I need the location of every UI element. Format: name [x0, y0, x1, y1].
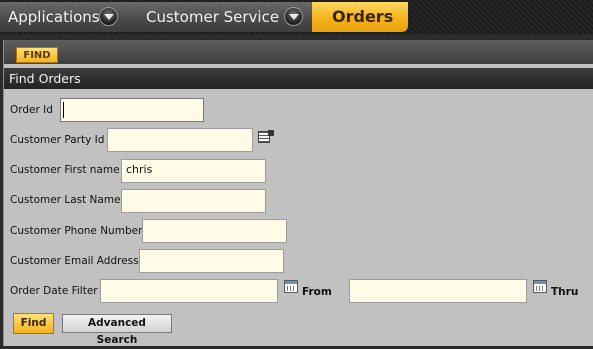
- customer-first-name-value: chris: [126, 163, 153, 176]
- find-orders-panel: FIND Find Orders Order Id Customer Party…: [3, 40, 593, 346]
- customer-phone-number-input[interactable]: [142, 219, 287, 243]
- lookup-marker-glyph: [268, 130, 274, 136]
- breadcrumb-label: Customer Service: [146, 8, 280, 26]
- customer-party-id-input[interactable]: [107, 128, 253, 152]
- chevron-down-icon[interactable]: [99, 7, 118, 26]
- advanced-search-button[interactable]: Advanced Search: [62, 314, 172, 346]
- customer-last-name-label: Customer Last Name: [10, 194, 121, 206]
- date-from-label: From: [302, 286, 332, 298]
- order-date-filter-label: Order Date Filter: [10, 285, 98, 297]
- breadcrumb: Applications Customer Service Orders: [0, 0, 593, 34]
- breadcrumb-label: Applications: [8, 8, 100, 26]
- order-date-thru-input[interactable]: [349, 279, 527, 303]
- lookup-icon[interactable]: [258, 130, 274, 144]
- customer-email-address-label: Customer Email Address: [10, 255, 139, 267]
- customer-last-name-input[interactable]: [121, 189, 266, 213]
- tab-find[interactable]: FIND: [16, 47, 58, 63]
- customer-email-address-input[interactable]: [139, 249, 284, 273]
- find-button[interactable]: Find: [13, 313, 54, 334]
- calendar-icon[interactable]: [284, 280, 298, 293]
- calendar-icon[interactable]: [533, 280, 547, 293]
- order-id-label: Order Id: [10, 104, 53, 116]
- order-date-from-input[interactable]: [100, 279, 278, 303]
- text-caret: [63, 102, 64, 118]
- section-title: Find Orders: [4, 68, 593, 89]
- breadcrumb-item-orders[interactable]: Orders: [312, 2, 408, 32]
- tab-strip: FIND: [4, 40, 593, 64]
- order-id-input[interactable]: [60, 98, 204, 122]
- customer-first-name-label: Customer First name: [10, 164, 120, 176]
- chevron-down-icon[interactable]: [284, 7, 303, 26]
- customer-phone-number-label: Customer Phone Number: [10, 225, 143, 237]
- customer-first-name-input[interactable]: chris: [121, 159, 266, 183]
- breadcrumb-label: Orders: [332, 7, 394, 26]
- customer-party-id-label: Customer Party Id: [10, 134, 105, 146]
- date-thru-label: Thru: [551, 286, 579, 298]
